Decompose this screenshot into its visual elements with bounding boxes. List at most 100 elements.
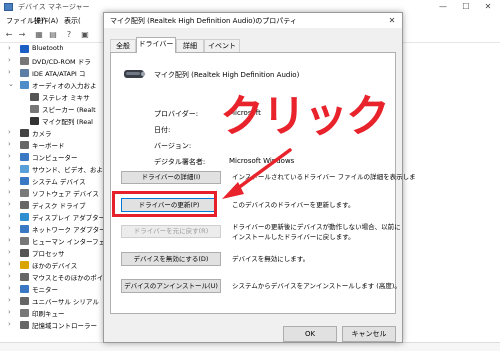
cancel-button[interactable]: キャンセル bbox=[342, 326, 396, 342]
driver-details-button[interactable]: ドライバーの詳細(I) bbox=[121, 171, 221, 184]
tree-expander-icon[interactable]: › bbox=[8, 200, 16, 208]
tree-item-label: ソフトウェア デバイス bbox=[32, 190, 99, 198]
tree-expander-icon[interactable]: › bbox=[8, 320, 16, 328]
tree-item-label: モニター bbox=[32, 286, 58, 294]
tree-item-label: 記憶域コントローラー bbox=[32, 322, 97, 330]
device-manager-title: デバイス マネージャー bbox=[18, 3, 90, 11]
ok-button[interactable]: OK bbox=[283, 326, 337, 342]
device-category-icon bbox=[20, 81, 29, 89]
device-category-icon bbox=[20, 321, 29, 329]
tree-expander-icon[interactable]: › bbox=[8, 212, 16, 220]
tab-details[interactable]: 詳細 bbox=[176, 39, 204, 52]
tree-item-label: システム デバイス bbox=[32, 178, 86, 186]
menu-view[interactable]: 表示( bbox=[64, 16, 81, 26]
tab-general[interactable]: 全般 bbox=[110, 39, 136, 52]
list-view-icon[interactable]: ▤ bbox=[48, 30, 58, 40]
device-category-icon bbox=[20, 297, 29, 305]
device-category-icon bbox=[20, 273, 29, 281]
device-category-icon bbox=[30, 93, 39, 101]
minimize-button[interactable]: — bbox=[432, 0, 454, 14]
tree-expander-icon[interactable]: › bbox=[8, 56, 16, 64]
device-category-icon bbox=[20, 129, 29, 137]
tree-item-label: ディスプレイ アダプター bbox=[32, 214, 106, 222]
tree-expander-icon[interactable]: › bbox=[8, 164, 16, 172]
tree-item-label: ネットワーク アダプター bbox=[32, 226, 106, 234]
disable-device-description: デバイスを無効にします。 bbox=[232, 255, 310, 263]
disable-device-button[interactable]: デバイスを無効にする(D) bbox=[121, 252, 221, 266]
dialog-title: マイク配列 (Realtek High Definition Audio)のプロ… bbox=[110, 17, 297, 25]
device-name: マイク配列 (Realtek High Definition Audio) bbox=[154, 71, 300, 79]
tree-item-label: コンピューター bbox=[32, 154, 78, 162]
tree-expander-icon[interactable]: ⌄ bbox=[8, 80, 16, 88]
device-category-icon bbox=[20, 177, 29, 185]
forward-arrow-icon[interactable]: → bbox=[17, 30, 27, 40]
tree-expander-icon[interactable]: › bbox=[8, 260, 16, 268]
tree-expander-icon[interactable]: › bbox=[8, 224, 16, 232]
tree-item-label: IDE ATA/ATAPI コ bbox=[32, 70, 86, 78]
tree-item-label: 印刷キュー bbox=[32, 310, 65, 318]
microphone-array-icon bbox=[124, 70, 146, 78]
tree-expander-icon[interactable]: › bbox=[8, 248, 16, 256]
dialog-titlebar: マイク配列 (Realtek High Definition Audio)のプロ… bbox=[104, 13, 402, 28]
tree-item-label: オーディオの入力およ bbox=[32, 82, 97, 90]
digital-signer-label: デジタル署名者: bbox=[154, 158, 206, 166]
device-category-icon bbox=[20, 213, 29, 221]
device-category-icon bbox=[20, 165, 29, 173]
tree-expander-icon[interactable]: › bbox=[8, 68, 16, 76]
tree-expander-icon[interactable]: › bbox=[8, 308, 16, 316]
tree-expander-icon[interactable]: › bbox=[8, 140, 16, 148]
device-manager-icon bbox=[4, 3, 13, 11]
properties-dialog: マイク配列 (Realtek High Definition Audio)のプロ… bbox=[103, 12, 416, 343]
device-category-icon bbox=[20, 261, 29, 269]
provider-label: プロバイダー: bbox=[154, 110, 199, 118]
dialog-close-button[interactable]: ✕ bbox=[384, 14, 400, 27]
properties-icon[interactable]: ▦ bbox=[34, 30, 44, 40]
digital-signer-value: Microsoft Windows bbox=[229, 157, 295, 165]
rollback-driver-button[interactable]: ドライバーを元に戻す(R) bbox=[121, 225, 221, 238]
version-label: バージョン: bbox=[154, 142, 192, 150]
device-category-icon bbox=[20, 57, 29, 65]
maximize-button[interactable]: ☐ bbox=[455, 0, 477, 14]
uninstall-device-button[interactable]: デバイスのアンインストール(U) bbox=[121, 279, 221, 293]
tree-item-label: スピーカー (Realt bbox=[42, 106, 96, 114]
menu-action[interactable]: 操作(A) bbox=[34, 16, 58, 26]
device-list-icon[interactable]: ▣ bbox=[80, 30, 90, 40]
tree-expander-icon[interactable]: › bbox=[8, 296, 16, 304]
tree-expander-icon[interactable]: › bbox=[8, 128, 16, 136]
tree-item-label: DVD/CD-ROM ドラ bbox=[32, 58, 91, 66]
tree-item-label: ヒューマン インターフェイ bbox=[32, 238, 112, 246]
tree-item-label: マイク配列 (Real bbox=[42, 118, 93, 126]
tree-expander-icon[interactable]: › bbox=[8, 236, 16, 244]
tree-expander-icon[interactable]: › bbox=[8, 272, 16, 280]
uninstall-device-description: システムからデバイスをアンインストールします (高度)。 bbox=[232, 282, 401, 290]
device-category-icon bbox=[20, 69, 29, 77]
help-icon[interactable]: ? bbox=[64, 30, 74, 40]
tree-expander-icon[interactable]: › bbox=[8, 284, 16, 292]
device-category-icon bbox=[20, 45, 29, 53]
driver-details-description: インストールされているドライバー ファイルの詳細を表示しま bbox=[232, 173, 416, 181]
rollback-driver-description-line2: インストールしたドライバーに戻します。 bbox=[232, 233, 355, 241]
device-category-icon bbox=[20, 189, 29, 197]
tree-expander-icon[interactable]: › bbox=[8, 188, 16, 196]
tree-expander-icon[interactable]: › bbox=[8, 152, 16, 160]
device-category-icon bbox=[20, 153, 29, 161]
close-button[interactable]: ✕ bbox=[477, 0, 499, 14]
tab-driver[interactable]: ドライバー bbox=[136, 37, 176, 53]
device-category-icon bbox=[20, 249, 29, 257]
tree-item-label: ほかのデバイス bbox=[32, 262, 78, 270]
tree-item-label: ステレオ ミキサ bbox=[42, 94, 90, 102]
tree-item-label: ディスク ドライブ bbox=[32, 202, 86, 210]
device-category-icon bbox=[20, 225, 29, 233]
date-label: 日付: bbox=[154, 126, 171, 134]
tree-expander-icon[interactable]: › bbox=[8, 44, 16, 52]
device-category-icon bbox=[20, 141, 29, 149]
back-arrow-icon[interactable]: ← bbox=[4, 30, 14, 40]
update-driver-highlight-box bbox=[112, 191, 217, 217]
tree-item-label: ユニバーサル シリアル bbox=[32, 298, 99, 306]
rollback-driver-description-line1: ドライバーの更新後にデバイスが動作しない場合、以前に bbox=[232, 223, 401, 231]
tab-events[interactable]: イベント bbox=[204, 39, 240, 52]
device-tree: › Bluetooth › DVD/CD-ROM ドラ › IDE ATA/ATAPI コ… bbox=[0, 44, 116, 340]
tree-expander-icon[interactable]: › bbox=[8, 176, 16, 184]
device-category-icon bbox=[20, 237, 29, 245]
device-category-icon bbox=[30, 105, 39, 113]
